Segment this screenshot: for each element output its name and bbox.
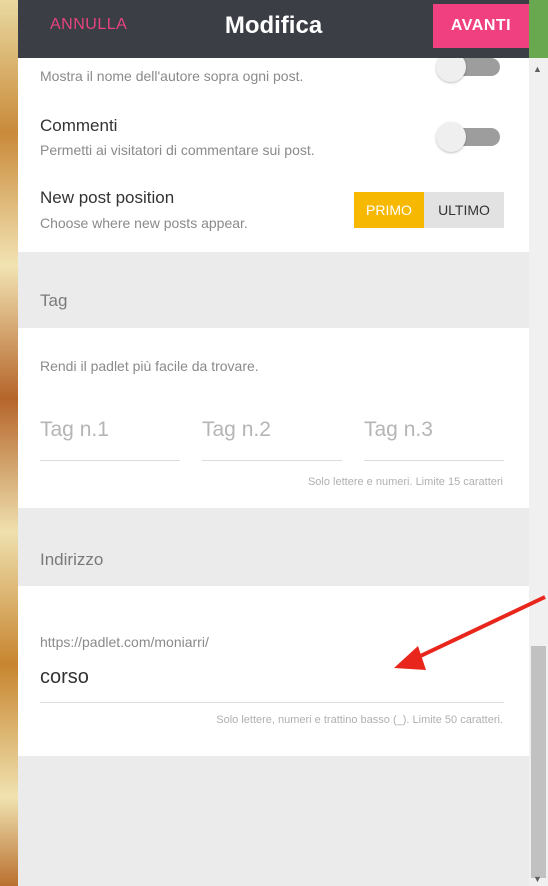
- arrow-shaft: [411, 595, 546, 662]
- arrow-head: [394, 646, 426, 670]
- annotation-arrow-icon: [394, 595, 546, 670]
